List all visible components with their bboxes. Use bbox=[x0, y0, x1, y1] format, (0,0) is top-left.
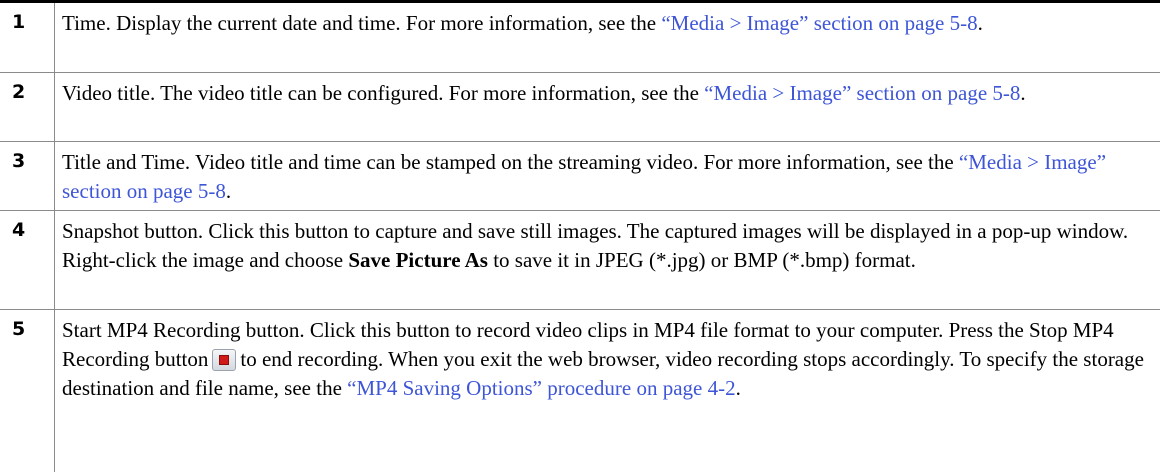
description-text: . bbox=[1020, 81, 1026, 105]
row-number: 4 bbox=[0, 211, 55, 309]
description-text: . bbox=[977, 11, 983, 35]
table-row: 1 Time. Display the current date and tim… bbox=[0, 3, 1160, 73]
description-text: Video title. The video title can be conf… bbox=[62, 81, 705, 105]
description-text: to save it in JPEG (*.jpg) or BMP (*.bmp… bbox=[487, 248, 916, 272]
row-description: Time. Display the current date and time.… bbox=[62, 9, 1154, 38]
row-number: 1 bbox=[0, 3, 55, 72]
table-row: 2 Video title. The video title can be co… bbox=[0, 73, 1160, 142]
row-description: Snapshot button. Click this button to ca… bbox=[62, 217, 1154, 275]
row-number: 3 bbox=[0, 142, 55, 210]
row-description: Video title. The video title can be conf… bbox=[62, 79, 1154, 108]
description-text: Title and Time. Video title and time can… bbox=[62, 150, 959, 174]
row-description: Start MP4 Recording button. Click this b… bbox=[62, 316, 1154, 403]
menu-command-text: Save Picture As bbox=[348, 248, 488, 272]
row-number: 5 bbox=[0, 310, 55, 472]
description-text: Time. Display the current date and time.… bbox=[62, 11, 662, 35]
cross-reference-link[interactable]: “Media > Image” section on page 5-8 bbox=[661, 11, 977, 35]
cross-reference-link[interactable]: “MP4 Saving Options” procedure on page 4… bbox=[347, 376, 735, 400]
description-text: . bbox=[225, 179, 232, 203]
stop-recording-icon bbox=[212, 349, 237, 371]
table-row: 4 Snapshot button. Click this button to … bbox=[0, 211, 1160, 310]
description-text: . bbox=[735, 376, 741, 400]
table-row: 3 Title and Time. Video title and time c… bbox=[0, 142, 1160, 211]
callout-table: 1 Time. Display the current date and tim… bbox=[0, 0, 1160, 472]
row-description: Title and Time. Video title and time can… bbox=[62, 148, 1154, 206]
table-row: 5 Start MP4 Recording button. Click this… bbox=[0, 310, 1160, 472]
cross-reference-link[interactable]: “Media > Image” section on page 5-8 bbox=[704, 81, 1020, 105]
row-number: 2 bbox=[0, 73, 55, 141]
